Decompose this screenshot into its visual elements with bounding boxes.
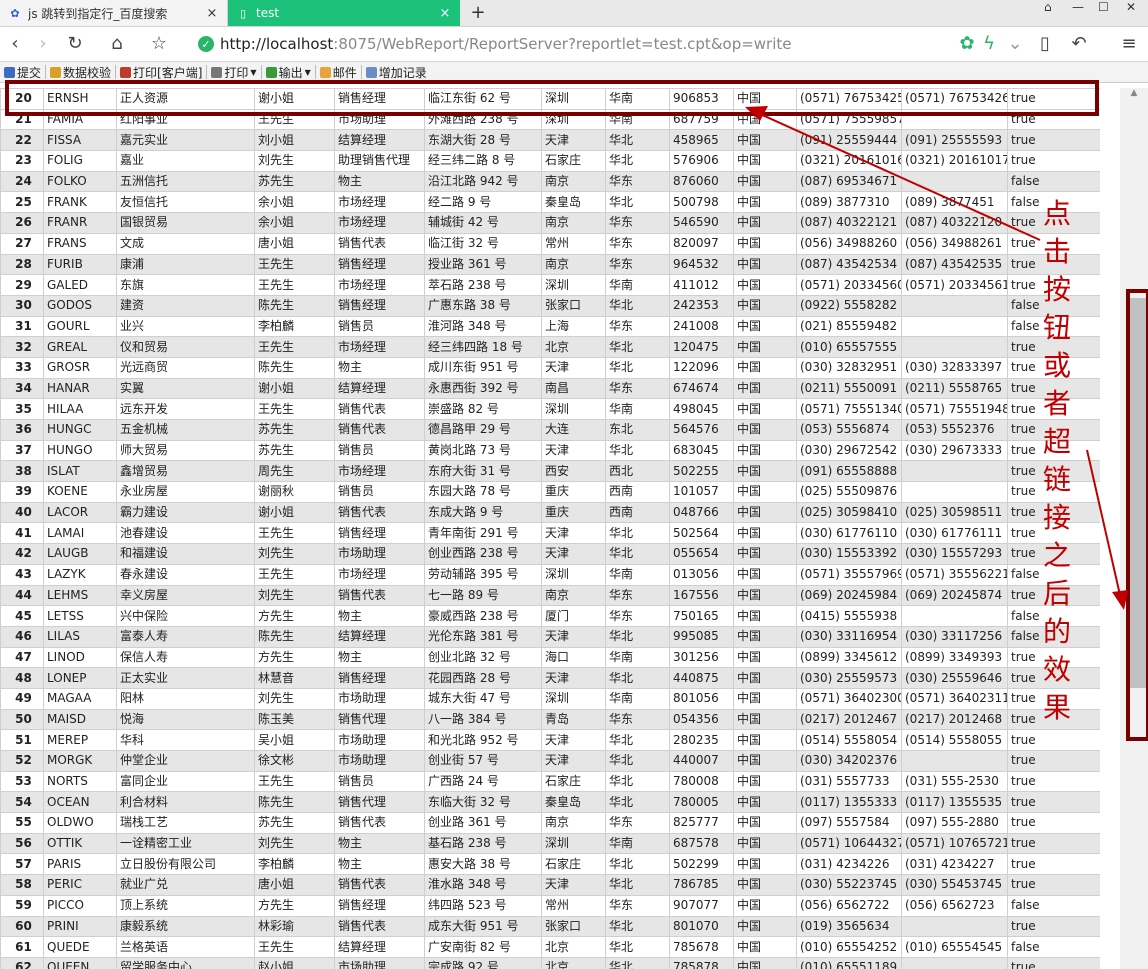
arrow-head-icon [745, 106, 768, 121]
annotation-arrows [745, 106, 1128, 610]
annotation-arrow-to-scrollbar [1086, 449, 1121, 596]
arrow-head-icon [1112, 590, 1128, 610]
annotation-arrow-to-row [759, 113, 1041, 241]
